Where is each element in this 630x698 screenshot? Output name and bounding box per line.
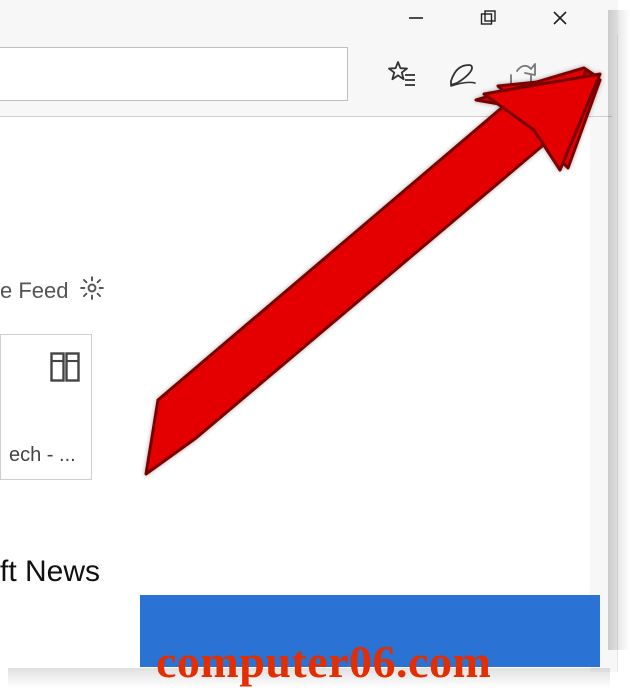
share-icon	[505, 59, 539, 93]
maximize-icon	[479, 9, 497, 27]
tile-icon-wrapper	[9, 349, 83, 385]
news-heading: ft News	[0, 555, 100, 589]
tile-label: ech - ...	[9, 444, 83, 467]
watermark: computer06.com	[156, 635, 491, 688]
favorites-icon	[385, 59, 419, 93]
minimize-button[interactable]	[380, 0, 452, 35]
feed-label: e Feed	[0, 278, 69, 304]
toolbar-actions	[372, 35, 612, 117]
minimize-icon	[407, 9, 425, 27]
page-content: e Feed ech - ... ft News	[0, 117, 590, 672]
web-notes-icon	[445, 59, 479, 93]
more-button[interactable]	[552, 35, 612, 117]
web-notes-button[interactable]	[432, 35, 492, 117]
share-button[interactable]	[492, 35, 552, 117]
gear-icon	[79, 275, 105, 301]
browser-toolbar	[0, 35, 612, 117]
feed-row: e Feed	[0, 275, 105, 307]
address-bar[interactable]	[0, 47, 348, 101]
more-icon	[565, 59, 599, 93]
feed-settings-button[interactable]	[79, 275, 105, 307]
maximize-button[interactable]	[452, 0, 524, 35]
top-site-tile[interactable]: ech - ...	[0, 334, 92, 480]
close-button[interactable]	[524, 0, 596, 35]
close-icon	[551, 9, 569, 27]
favorites-button[interactable]	[372, 35, 432, 117]
site-tile-icon	[47, 349, 83, 385]
window-titlebar	[0, 0, 618, 35]
